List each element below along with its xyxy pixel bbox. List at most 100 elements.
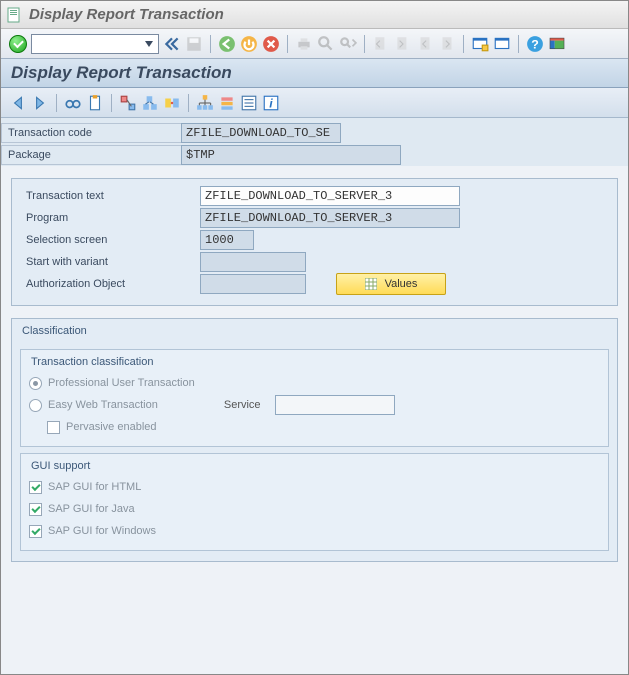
prev-page-icon[interactable]: [394, 35, 412, 53]
separator: [518, 35, 519, 53]
glasses-icon[interactable]: [64, 94, 82, 112]
start-with-variant-row: Start with variant: [20, 251, 609, 273]
system-toolbar: ?: [1, 29, 628, 59]
classification-group: Classification Transaction classificatio…: [11, 318, 618, 562]
exit-icon[interactable]: [240, 35, 258, 53]
layout-icon[interactable]: [548, 35, 566, 53]
authorization-object-row: Authorization Object Values: [20, 273, 609, 295]
transaction-classification-title: Transaction classification: [27, 356, 157, 368]
stack-icon[interactable]: [218, 94, 236, 112]
svg-text:?: ?: [531, 37, 539, 51]
checkbox-icon: [47, 421, 60, 434]
gui-java-label: SAP GUI for Java: [48, 503, 135, 515]
program-field[interactable]: [200, 208, 460, 228]
help-icon[interactable]: ?: [526, 35, 544, 53]
package-row: Package: [1, 144, 628, 166]
info-icon[interactable]: i: [262, 94, 280, 112]
package-field[interactable]: [181, 145, 401, 165]
sap-window: Display Report Transaction ? Display Rep…: [0, 0, 629, 675]
checkbox-icon: [29, 503, 42, 516]
svg-text:i: i: [269, 96, 273, 110]
titlebar: Display Report Transaction: [1, 1, 628, 29]
grid-icon: [365, 278, 377, 290]
transaction-text-field[interactable]: [200, 186, 460, 206]
start-with-variant-field[interactable]: [200, 252, 306, 272]
transaction-text-row: Transaction text: [20, 185, 609, 207]
package-label: Package: [1, 145, 181, 165]
cancel-icon[interactable]: [262, 35, 280, 53]
shortcut-icon[interactable]: [493, 35, 511, 53]
find-next-icon[interactable]: [339, 35, 357, 53]
pervasive-option[interactable]: Pervasive enabled: [29, 416, 600, 438]
pervasive-label: Pervasive enabled: [66, 421, 157, 433]
arrow-right-icon[interactable]: [31, 94, 49, 112]
transaction-classification-group: Transaction classification Professional …: [20, 349, 609, 447]
back-icon[interactable]: [218, 35, 236, 53]
first-page-icon[interactable]: [372, 35, 390, 53]
professional-user-label: Professional User Transaction: [48, 377, 195, 389]
gui-html-label: SAP GUI for HTML: [48, 481, 141, 493]
radio-icon: [29, 377, 42, 390]
list-icon[interactable]: [240, 94, 258, 112]
transaction-text-label: Transaction text: [20, 186, 200, 206]
authorization-object-field[interactable]: [200, 274, 306, 294]
save-icon[interactable]: [185, 35, 203, 53]
service-field[interactable]: [275, 395, 395, 415]
application-toolbar: i: [1, 88, 628, 118]
separator: [111, 94, 112, 112]
separator: [56, 94, 57, 112]
gui-html-option[interactable]: SAP GUI for HTML: [29, 476, 600, 498]
gui-java-option[interactable]: SAP GUI for Java: [29, 498, 600, 520]
separator: [210, 35, 211, 53]
radio-icon: [29, 399, 42, 412]
easy-web-option[interactable]: Easy Web Transaction Service: [29, 394, 600, 416]
separator: [463, 35, 464, 53]
print-icon[interactable]: [295, 35, 313, 53]
page-title: Display Report Transaction: [11, 63, 618, 83]
transaction-code-row: Transaction code: [1, 122, 628, 144]
separator: [287, 35, 288, 53]
separator: [364, 35, 365, 53]
checkbox-icon: [29, 481, 42, 494]
gui-support-group: GUI support SAP GUI for HTML SAP GUI for…: [20, 453, 609, 551]
new-session-icon[interactable]: [471, 35, 489, 53]
content-area: Display Report Transaction i Transaction…: [1, 59, 628, 674]
last-page-icon[interactable]: [438, 35, 456, 53]
nav-icon[interactable]: [141, 94, 159, 112]
classification-group-title: Classification: [18, 325, 91, 337]
arrow-left-icon[interactable]: [9, 94, 27, 112]
detail-group: Transaction text Program Selection scree…: [11, 178, 618, 306]
selection-screen-field[interactable]: [200, 230, 254, 250]
header-fields: Transaction code Package: [1, 118, 628, 166]
values-button[interactable]: Values: [336, 273, 446, 295]
easy-web-label: Easy Web Transaction: [48, 399, 158, 411]
gui-support-title: GUI support: [27, 460, 94, 472]
tree-icon[interactable]: [196, 94, 214, 112]
program-label: Program: [20, 208, 200, 228]
service-label: Service: [224, 399, 261, 411]
gui-windows-option[interactable]: SAP GUI for Windows: [29, 520, 600, 542]
back-double-icon[interactable]: [163, 35, 181, 53]
separator: [188, 94, 189, 112]
selection-screen-label: Selection screen: [20, 230, 200, 250]
transaction-code-label: Transaction code: [1, 123, 181, 143]
start-with-variant-label: Start with variant: [20, 252, 200, 272]
professional-user-option[interactable]: Professional User Transaction: [29, 372, 600, 394]
window-title: Display Report Transaction: [29, 6, 224, 23]
authorization-object-label: Authorization Object: [20, 274, 200, 294]
program-row: Program: [20, 207, 609, 229]
values-button-label: Values: [385, 278, 418, 290]
checkbox-icon: [29, 525, 42, 538]
enter-button[interactable]: [9, 35, 27, 53]
chevron-down-icon: [145, 41, 153, 47]
clipboard-icon[interactable]: [86, 94, 104, 112]
page-header: Display Report Transaction: [1, 59, 628, 88]
gui-windows-label: SAP GUI for Windows: [48, 525, 156, 537]
find-icon[interactable]: [317, 35, 335, 53]
command-field[interactable]: [31, 34, 159, 54]
transfer-icon[interactable]: [163, 94, 181, 112]
next-page-icon[interactable]: [416, 35, 434, 53]
transaction-code-field[interactable]: [181, 123, 341, 143]
selection-screen-row: Selection screen: [20, 229, 609, 251]
hierarchy-cube-icon[interactable]: [119, 94, 137, 112]
